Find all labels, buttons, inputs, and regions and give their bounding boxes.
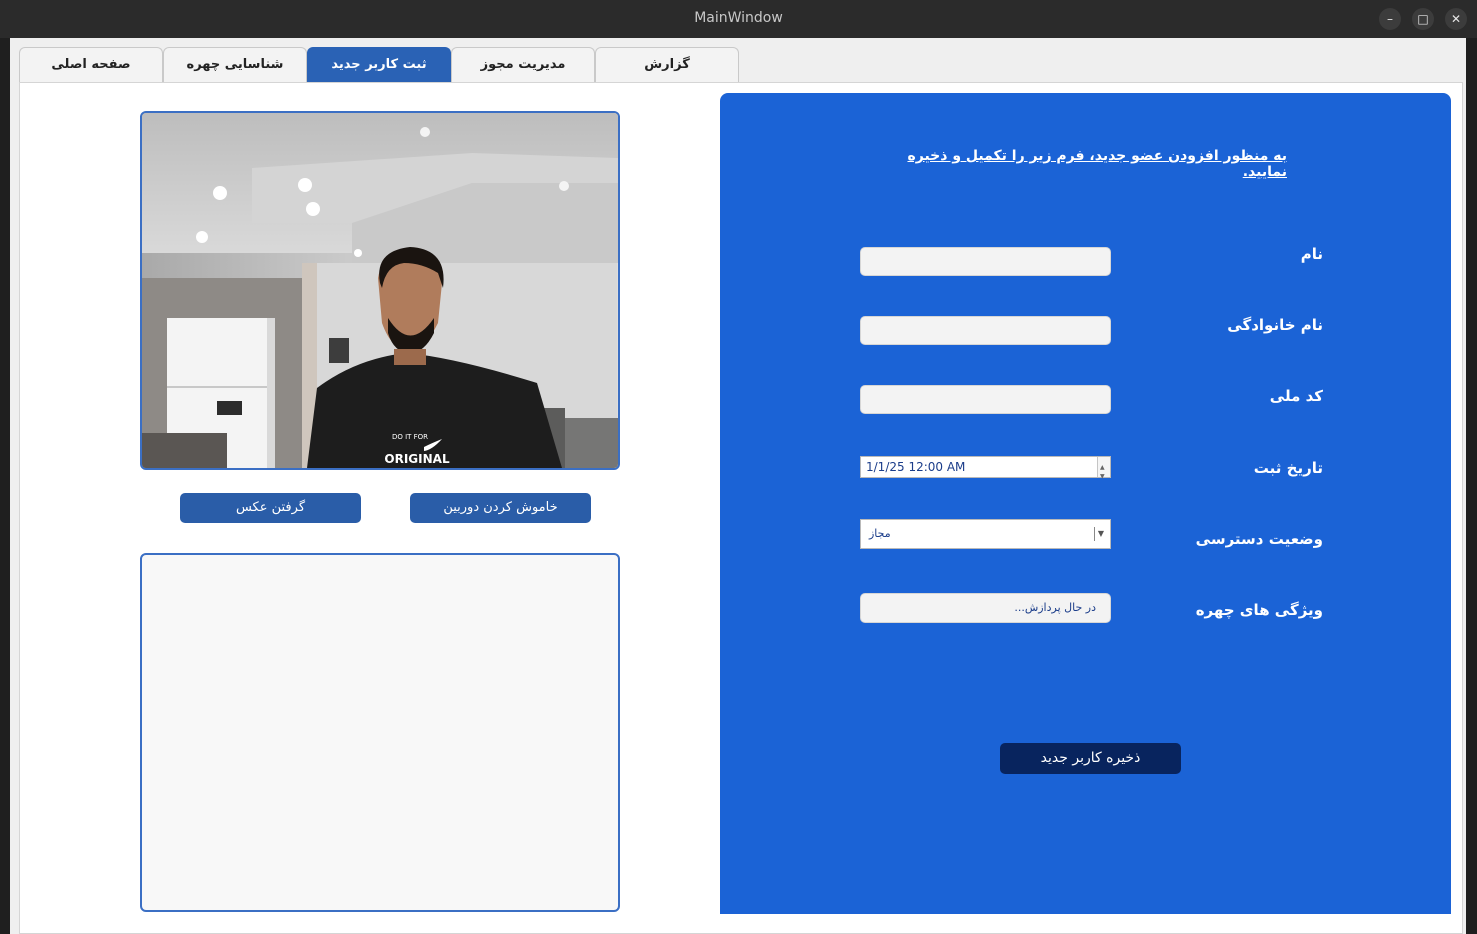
date-spinner[interactable]: ▲ ▼ xyxy=(1097,457,1110,480)
last-name-field[interactable] xyxy=(860,316,1111,345)
form-heading: به منظور افزودن عضو جدید، فرم زیر را تکم… xyxy=(907,148,1287,180)
shirt-text-top: DO IT FOR xyxy=(392,433,428,441)
spin-down-icon[interactable]: ▼ xyxy=(1100,467,1105,487)
take-photo-button[interactable]: گرفتن عکس xyxy=(180,493,361,523)
first-name-label: نام xyxy=(1300,245,1323,263)
title-bar[interactable]: MainWindow – □ ✕ xyxy=(0,0,1477,38)
registration-date-label: تاریخ ثبت xyxy=(1253,459,1323,477)
first-name-field[interactable] xyxy=(860,247,1111,276)
face-features-field[interactable]: در حال پردازش... xyxy=(860,593,1111,623)
maximize-icon[interactable]: □ xyxy=(1412,8,1434,30)
registration-date-value: 1/1/25 12:00 AM xyxy=(866,460,966,474)
tab-report[interactable]: گزارش xyxy=(595,47,739,82)
main-window: MainWindow – □ ✕ گزارش مدیریت مجوز ثبت ک… xyxy=(0,0,1477,934)
tab-license-management[interactable]: مدیریت مجوز xyxy=(451,47,595,82)
captured-photo-preview xyxy=(140,553,620,912)
tab-face-recognition[interactable]: شناسایی چهره xyxy=(163,47,307,82)
last-name-label: نام خانوادگی xyxy=(1227,316,1323,334)
window-title: MainWindow xyxy=(694,10,783,26)
camera-feed: DO IT FOR ORIGINAL xyxy=(140,111,620,470)
access-status-label: وضعیت دسترسی xyxy=(1195,530,1323,548)
window-left-edge xyxy=(0,38,10,934)
registration-date-field[interactable]: 1/1/25 12:00 AM ▲ ▼ xyxy=(860,456,1111,480)
chevron-down-icon[interactable]: ▼ xyxy=(1094,527,1107,541)
national-code-label: کد ملی xyxy=(1269,387,1323,405)
close-icon[interactable]: ✕ xyxy=(1445,8,1467,30)
access-status-select[interactable]: مجاز ▼ xyxy=(860,519,1111,549)
save-user-button[interactable]: ذخیره کاربر جدید xyxy=(1000,743,1181,774)
access-status-value: مجاز xyxy=(869,527,891,540)
minimize-icon[interactable]: – xyxy=(1379,8,1401,30)
national-code-field[interactable] xyxy=(860,385,1111,414)
tab-home[interactable]: صفحه اصلی xyxy=(19,47,163,82)
face-features-label: ویژگی های چهره xyxy=(1195,601,1323,619)
webcam-image: DO IT FOR ORIGINAL xyxy=(142,113,618,468)
shirt-text-bottom: ORIGINAL xyxy=(384,452,450,466)
registration-form-panel xyxy=(720,93,1451,914)
tab-register-user[interactable]: ثبت کاربر جدید xyxy=(307,47,451,82)
window-right-edge xyxy=(1466,38,1477,934)
camera-off-button[interactable]: خاموش کردن دوربین xyxy=(410,493,591,523)
